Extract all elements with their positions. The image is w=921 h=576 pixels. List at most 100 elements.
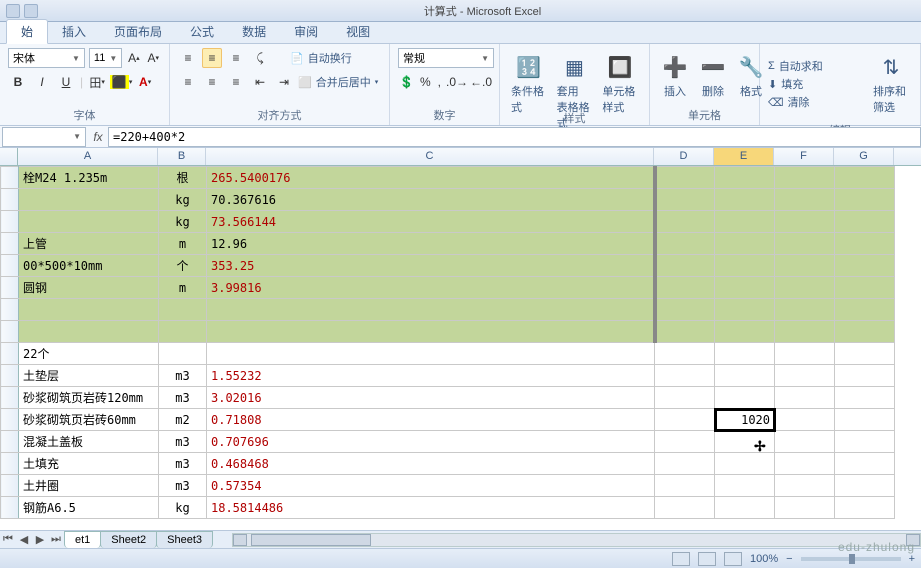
cell[interactable]: 0.707696 xyxy=(207,431,655,453)
align-right-icon[interactable]: ≡ xyxy=(226,72,246,92)
cell[interactable]: 18.5814486 xyxy=(207,497,655,519)
tab-data[interactable]: 数据 xyxy=(228,20,280,43)
font-family-combo[interactable]: 宋体▼ xyxy=(8,48,85,68)
cell[interactable]: 00*500*10mm xyxy=(19,255,159,277)
cell[interactable]: 砂浆砌筑页岩砖120mm xyxy=(19,387,159,409)
table-row[interactable]: 砂浆砌筑页岩砖60mmm20.718081020 xyxy=(1,409,895,431)
orientation-icon[interactable]: ⤹ xyxy=(250,48,270,68)
row-header[interactable] xyxy=(1,255,19,277)
increase-font-icon[interactable]: A▴ xyxy=(126,48,141,68)
cell[interactable] xyxy=(159,299,207,321)
cell[interactable] xyxy=(655,189,715,211)
table-row[interactable]: 上管m12.96 xyxy=(1,233,895,255)
cell[interactable] xyxy=(715,233,775,255)
row-header[interactable] xyxy=(1,431,19,453)
cell[interactable]: m xyxy=(159,277,207,299)
table-row[interactable]: 土垫层m31.55232 xyxy=(1,365,895,387)
cell[interactable] xyxy=(835,497,895,519)
cell[interactable]: 土井圈 xyxy=(19,475,159,497)
cell[interactable] xyxy=(655,453,715,475)
table-row[interactable]: 土填充m30.468468 xyxy=(1,453,895,475)
cell[interactable]: m xyxy=(159,233,207,255)
cell[interactable]: m3 xyxy=(159,453,207,475)
cell[interactable] xyxy=(655,277,715,299)
cell[interactable] xyxy=(835,211,895,233)
increase-decimal-icon[interactable]: .0→ xyxy=(447,72,467,92)
sheet-nav-prev-icon[interactable]: ◀ xyxy=(16,533,32,546)
table-row[interactable]: 砂浆砌筑页岩砖120mmm33.02016 xyxy=(1,387,895,409)
cell[interactable] xyxy=(655,365,715,387)
fill-color-button[interactable]: ⬛▾ xyxy=(111,72,131,92)
cell[interactable]: 圆钢 xyxy=(19,277,159,299)
cell[interactable] xyxy=(835,475,895,497)
col-header[interactable]: E xyxy=(714,148,774,165)
normal-view-icon[interactable] xyxy=(672,552,690,566)
cell[interactable] xyxy=(835,277,895,299)
col-header[interactable]: B xyxy=(158,148,206,165)
sheet-nav-last-icon[interactable]: ⏭ xyxy=(48,533,64,546)
font-color-button[interactable]: A▾ xyxy=(135,72,155,92)
row-header[interactable] xyxy=(1,365,19,387)
wrap-text-button[interactable]: 📄自动换行 xyxy=(290,50,352,66)
bold-button[interactable]: B xyxy=(8,72,28,92)
cell[interactable]: m3 xyxy=(159,387,207,409)
row-header[interactable] xyxy=(1,475,19,497)
cell[interactable] xyxy=(655,343,715,365)
cell[interactable]: m3 xyxy=(159,365,207,387)
cell[interactable]: kg xyxy=(159,497,207,519)
cell[interactable] xyxy=(715,211,775,233)
cell[interactable] xyxy=(655,299,715,321)
zoom-level[interactable]: 100% xyxy=(750,553,778,565)
cell[interactable]: 0.71808 xyxy=(207,409,655,431)
cell[interactable]: 土填充 xyxy=(19,453,159,475)
cell[interactable]: kg xyxy=(159,189,207,211)
cell[interactable]: 353.25 xyxy=(207,255,655,277)
zoom-out-icon[interactable]: − xyxy=(786,553,792,565)
cell[interactable] xyxy=(835,365,895,387)
cell[interactable]: 砂浆砌筑页岩砖60mm xyxy=(19,409,159,431)
col-header[interactable]: A xyxy=(18,148,158,165)
cell[interactable]: 12.96 xyxy=(207,233,655,255)
sheet-tab[interactable]: Sheet2 xyxy=(100,531,157,548)
cell[interactable]: 上管 xyxy=(19,233,159,255)
qat-button[interactable] xyxy=(6,4,20,18)
cell[interactable]: 根 xyxy=(159,167,207,189)
cell[interactable] xyxy=(715,365,775,387)
cell[interactable] xyxy=(159,343,207,365)
cell[interactable]: 265.5400176 xyxy=(207,167,655,189)
cell[interactable] xyxy=(775,299,835,321)
row-header[interactable] xyxy=(1,343,19,365)
cell[interactable] xyxy=(655,387,715,409)
cell[interactable] xyxy=(655,475,715,497)
cell[interactable] xyxy=(715,167,775,189)
cell[interactable] xyxy=(715,497,775,519)
fill-button[interactable]: ⬇ 填充 xyxy=(768,76,823,92)
decrease-font-icon[interactable]: A▾ xyxy=(146,48,161,68)
cell[interactable] xyxy=(655,255,715,277)
cell[interactable] xyxy=(775,497,835,519)
cell[interactable] xyxy=(835,343,895,365)
cell[interactable]: m3 xyxy=(159,475,207,497)
align-center-icon[interactable]: ≡ xyxy=(202,72,222,92)
tab-home[interactable]: 始 xyxy=(6,19,48,44)
row-header[interactable] xyxy=(1,497,19,519)
cell[interactable] xyxy=(715,189,775,211)
grid-body[interactable]: 栓M24 1.235m根265.5400176kg70.367616kg73.5… xyxy=(0,166,895,519)
zoom-slider[interactable] xyxy=(801,557,901,561)
cell[interactable] xyxy=(715,453,775,475)
cell[interactable] xyxy=(655,431,715,453)
row-header[interactable] xyxy=(1,387,19,409)
cell[interactable] xyxy=(775,255,835,277)
cell[interactable] xyxy=(655,167,715,189)
cell[interactable] xyxy=(835,299,895,321)
tab-insert[interactable]: 插入 xyxy=(48,20,100,43)
insert-cells-button[interactable]: ➕插入 xyxy=(658,48,692,104)
accounting-format-icon[interactable]: 💲 xyxy=(398,72,415,92)
cell[interactable]: m3 xyxy=(159,431,207,453)
cell[interactable] xyxy=(775,321,835,343)
page-break-view-icon[interactable] xyxy=(724,552,742,566)
col-header[interactable]: C xyxy=(206,148,654,165)
cell[interactable] xyxy=(715,321,775,343)
cell[interactable] xyxy=(835,189,895,211)
cell[interactable] xyxy=(775,189,835,211)
